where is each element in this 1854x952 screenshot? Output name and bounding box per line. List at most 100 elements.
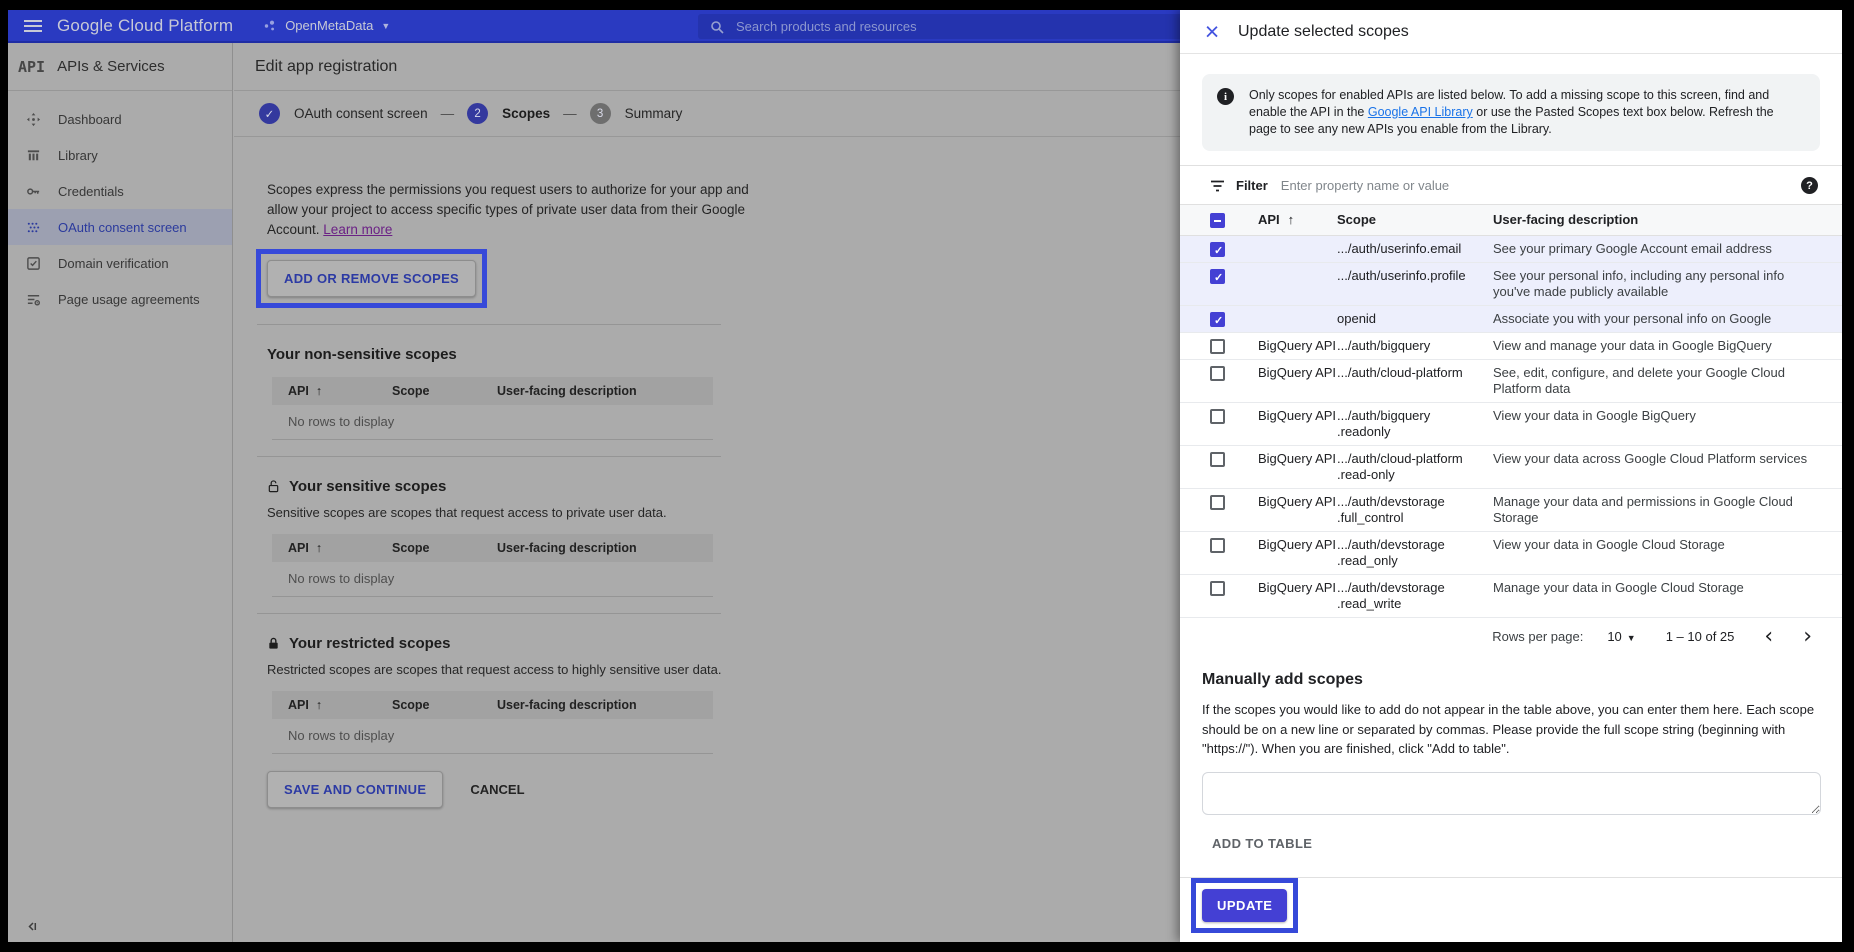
pagination-range: 1 – 10 of 25: [1666, 629, 1735, 644]
search-input[interactable]: [736, 19, 1116, 34]
section-title: Your sensitive scopes: [289, 478, 446, 495]
sidebar-item-page-usage-agreements[interactable]: Page usage agreements: [8, 281, 232, 317]
consent-dots-icon: [25, 219, 41, 235]
scope-cell: .../auth/bigquery.readonly: [1337, 408, 1493, 440]
help-icon[interactable]: ?: [1801, 177, 1818, 194]
scope-table-row[interactable]: BigQuery API .../auth/devstorage.read_wr…: [1180, 575, 1842, 618]
scope-cell: .../auth/cloud-platform.read-only: [1337, 451, 1493, 483]
scopes-table-header: API↑ Scope User-facing description: [1180, 204, 1842, 236]
sidebar: API APIs & Services Dashboard Library Cr…: [8, 43, 233, 942]
scope-table-row[interactable]: openid Associate you with your personal …: [1180, 306, 1842, 333]
lock-closed-icon: [267, 637, 280, 650]
search-bar[interactable]: [698, 14, 1180, 39]
column-header-description: User-facing description: [497, 384, 713, 398]
panel-header: × Update selected scopes: [1180, 10, 1842, 54]
annotation-highlight-box: UPDATE: [1191, 878, 1298, 933]
column-header-api[interactable]: API↑: [288, 698, 392, 712]
filter-icon: [1210, 180, 1225, 192]
info-text: Only scopes for enabled APIs are listed …: [1249, 87, 1802, 138]
description-cell: View and manage your data in Google BigQ…: [1493, 338, 1820, 354]
google-api-library-link[interactable]: Google API Library: [1368, 105, 1473, 119]
sidebar-item-dashboard[interactable]: Dashboard: [8, 101, 232, 137]
row-checkbox[interactable]: [1210, 312, 1225, 327]
update-button[interactable]: UPDATE: [1202, 889, 1287, 922]
scope-table-row[interactable]: BigQuery API .../auth/cloud-platform.rea…: [1180, 446, 1842, 489]
sidebar-item-credentials[interactable]: Credentials: [8, 173, 232, 209]
api-cell: BigQuery API: [1258, 494, 1337, 510]
next-page-icon[interactable]: ›: [1803, 630, 1812, 644]
column-header-scope: Scope: [1337, 212, 1493, 228]
scope-table-row[interactable]: BigQuery API .../auth/cloud-platform See…: [1180, 360, 1842, 403]
page-size-dropdown[interactable]: 10▼: [1607, 629, 1635, 644]
empty-table-message: No rows to display: [272, 405, 713, 440]
info-icon: i: [1217, 88, 1234, 105]
column-header-api[interactable]: API↑: [1258, 212, 1337, 228]
row-checkbox[interactable]: [1210, 538, 1225, 553]
manual-scopes-textarea[interactable]: [1202, 772, 1821, 815]
filter-bar: Filter ?: [1180, 165, 1842, 204]
hamburger-menu-icon[interactable]: [24, 17, 42, 35]
page-title: Edit app registration: [255, 58, 397, 76]
pagination-bar: Rows per page: 10▼ 1 – 10 of 25 ‹ ›: [1180, 618, 1842, 655]
column-header-api[interactable]: API↑: [288, 384, 392, 398]
row-checkbox[interactable]: [1210, 452, 1225, 467]
sidebar-header: API APIs & Services: [8, 43, 232, 91]
list-gear-icon: [25, 291, 41, 307]
sensitive-scopes-section: Your sensitive scopes Sensitive scopes a…: [267, 478, 1180, 597]
search-icon: [710, 20, 724, 34]
close-icon[interactable]: ×: [1200, 21, 1224, 43]
description-cell: See your primary Google Account email ad…: [1493, 241, 1820, 257]
scope-table-row[interactable]: .../auth/userinfo.email See your primary…: [1180, 236, 1842, 263]
select-all-checkbox[interactable]: [1210, 213, 1225, 228]
stepper-separator: —: [441, 106, 455, 121]
scope-table-row[interactable]: BigQuery API .../auth/devstorage.read_on…: [1180, 532, 1842, 575]
step-oauth-consent-screen[interactable]: OAuth consent screen: [294, 106, 428, 121]
update-scopes-panel: × Update selected scopes i Only scopes f…: [1180, 10, 1842, 942]
row-checkbox[interactable]: [1210, 269, 1225, 284]
save-and-continue-button[interactable]: SAVE AND CONTINUE: [267, 771, 443, 808]
sidebar-title: APIs & Services: [57, 58, 165, 75]
row-checkbox[interactable]: [1210, 409, 1225, 424]
sidebar-item-oauth-consent-screen[interactable]: OAuth consent screen: [8, 209, 232, 245]
section-description: Restricted scopes are scopes that reques…: [267, 662, 1180, 677]
screen: Google Cloud Platform OpenMetaData ▼ API…: [8, 10, 1842, 942]
project-name: OpenMetaData: [285, 18, 373, 33]
add-or-remove-scopes-button[interactable]: ADD OR REMOVE SCOPES: [267, 260, 476, 297]
description-cell: Manage your data in Google Cloud Storage: [1493, 580, 1820, 596]
api-cell: BigQuery API: [1258, 365, 1337, 381]
sidebar-item-label: Library: [58, 148, 98, 163]
api-cell: BigQuery API: [1258, 408, 1337, 424]
restricted-scopes-table: API↑ Scope User-facing description No ro…: [272, 691, 713, 754]
filter-input[interactable]: [1281, 178, 1611, 193]
stepper: ✓ OAuth consent screen — 2 Scopes — 3 Su…: [234, 91, 1180, 137]
learn-more-link[interactable]: Learn more: [323, 222, 392, 237]
project-selector[interactable]: OpenMetaData ▼: [263, 18, 390, 33]
collapse-sidebar-icon[interactable]: [25, 920, 39, 933]
section-divider: [257, 456, 721, 457]
sidebar-item-domain-verification[interactable]: Domain verification: [8, 245, 232, 281]
section-divider: [257, 324, 721, 325]
sidebar-item-label: Dashboard: [58, 112, 122, 127]
scope-table-row[interactable]: BigQuery API .../auth/bigquery View and …: [1180, 333, 1842, 360]
scopes-table-body: .../auth/userinfo.email See your primary…: [1180, 236, 1842, 618]
previous-page-icon[interactable]: ‹: [1764, 630, 1773, 644]
gcp-logo[interactable]: Google Cloud Platform: [57, 16, 233, 36]
step-3-circle[interactable]: 3: [590, 103, 611, 124]
scope-table-row[interactable]: BigQuery API .../auth/bigquery.readonly …: [1180, 403, 1842, 446]
row-checkbox[interactable]: [1210, 366, 1225, 381]
step-done-check-icon[interactable]: ✓: [259, 103, 280, 124]
filter-label: Filter: [1236, 178, 1268, 193]
sidebar-item-label: Domain verification: [58, 256, 169, 271]
row-checkbox[interactable]: [1210, 339, 1225, 354]
sidebar-item-library[interactable]: Library: [8, 137, 232, 173]
step-2-circle[interactable]: 2: [467, 103, 488, 124]
add-to-table-button[interactable]: ADD TO TABLE: [1212, 836, 1312, 851]
column-header-api[interactable]: API↑: [288, 541, 392, 555]
scope-table-row[interactable]: .../auth/userinfo.profile See your perso…: [1180, 263, 1842, 306]
cancel-button[interactable]: CANCEL: [470, 782, 524, 797]
row-checkbox[interactable]: [1210, 581, 1225, 596]
scope-table-row[interactable]: BigQuery API .../auth/devstorage.full_co…: [1180, 489, 1842, 532]
row-checkbox[interactable]: [1210, 495, 1225, 510]
scope-cell: .../auth/devstorage.full_control: [1337, 494, 1493, 526]
row-checkbox[interactable]: [1210, 242, 1225, 257]
